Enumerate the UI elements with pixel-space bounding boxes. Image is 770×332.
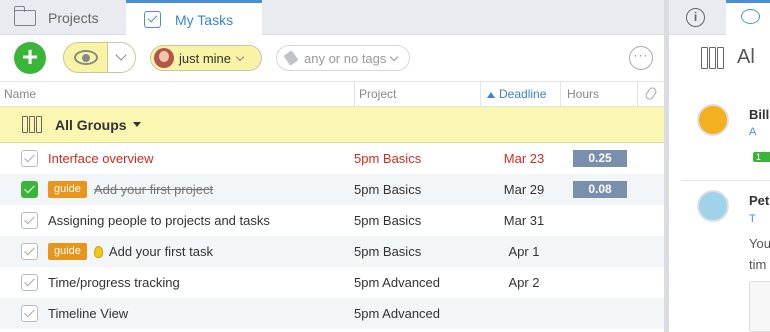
task-deadline[interactable]: Mar 29 [480, 174, 568, 205]
tags-filter-label: any or no tags [304, 50, 387, 66]
comment-text: tim [749, 257, 767, 272]
tab-my-tasks-label: My Tasks [175, 11, 234, 28]
task-deadline[interactable]: Mar 23 [480, 143, 568, 174]
caret-down-icon [132, 122, 141, 127]
paperclip-icon [643, 85, 659, 102]
status-badge: 1 [753, 152, 770, 162]
task-name[interactable]: Time/progress tracking [48, 267, 180, 298]
binders-icon [701, 46, 725, 69]
info-icon[interactable]: i [686, 8, 705, 27]
chevron-down-icon [235, 52, 245, 61]
chevron-down-icon [115, 49, 127, 61]
table-row[interactable]: guide Add your first project 5pm Basics … [0, 174, 664, 205]
task-name[interactable]: Assigning people to projects and tasks [48, 205, 270, 236]
column-header-name[interactable]: Name [4, 82, 36, 107]
checkbox-icon [144, 11, 161, 28]
main-tab-bar: Projects My Tasks [0, 0, 664, 36]
divider [681, 180, 770, 181]
tab-my-tasks[interactable]: My Tasks [126, 0, 262, 36]
task-name[interactable]: Interface overview [48, 143, 154, 174]
comment-bubble-icon [741, 9, 760, 24]
group-label: All Groups [55, 116, 127, 133]
user-filter-label: just mine [179, 50, 232, 66]
lightbulb-icon [93, 245, 103, 258]
task-name: Add your first project [93, 182, 214, 197]
column-header-deadline-label: Deadline [499, 87, 547, 101]
binders-icon [22, 116, 43, 133]
task-name-cell[interactable]: guide Add your first project [48, 174, 213, 205]
task-deadline[interactable]: Mar 31 [480, 205, 568, 236]
user-filter-button[interactable]: just mine [150, 45, 262, 71]
task-hours[interactable]: 0.08 [573, 181, 627, 198]
column-header-deadline[interactable]: Deadline [480, 82, 560, 107]
more-options-button[interactable]: ··· [629, 46, 653, 70]
table-row[interactable]: Interface overview 5pm Basics Mar 23 0.2… [0, 143, 664, 174]
task-name-cell[interactable]: guide Add your first task [48, 236, 213, 267]
task-project[interactable]: 5pm Advanced [354, 298, 440, 329]
right-panel-title-text: Al [737, 46, 755, 68]
comment-text: You [749, 236, 770, 251]
tab-projects-label: Projects [48, 9, 99, 26]
person-name: Pet [749, 193, 770, 208]
task-deadline[interactable]: Apr 1 [480, 236, 568, 267]
group-row[interactable]: All Groups [0, 107, 664, 143]
right-panel-title: Al [701, 46, 755, 69]
column-header-project[interactable]: Project [354, 82, 480, 107]
attachment-preview[interactable] [749, 281, 770, 332]
task-list: Interface overview 5pm Basics Mar 23 0.2… [0, 143, 664, 329]
avatar [154, 48, 174, 68]
tab-comments[interactable] [726, 0, 770, 36]
column-header-attachments[interactable] [637, 82, 664, 107]
column-header-hours[interactable]: Hours [560, 82, 637, 107]
task-hours[interactable]: 0.25 [573, 150, 627, 167]
avatar [697, 190, 729, 222]
task-project[interactable]: 5pm Basics [354, 205, 421, 236]
eye-icon [74, 50, 98, 65]
task-checkbox[interactable] [21, 181, 38, 198]
table-row[interactable]: Timeline View 5pm Advanced [0, 298, 664, 329]
right-panel-tabs: i [669, 0, 770, 36]
task-checkbox[interactable] [21, 243, 38, 260]
task-name: Add your first task [108, 244, 213, 259]
task-project[interactable]: 5pm Basics [354, 174, 421, 205]
table-header: Name Project Deadline Hours [0, 81, 664, 107]
tags-filter-button[interactable]: any or no tags [276, 45, 410, 71]
view-options-dropdown[interactable] [107, 43, 135, 72]
toolbar: + just mine any or no tags ··· [0, 36, 664, 81]
task-checkbox[interactable] [21, 150, 38, 167]
add-task-button[interactable]: + [14, 42, 46, 74]
task-deadline[interactable]: Apr 2 [480, 267, 568, 298]
task-name[interactable]: Timeline View [48, 298, 128, 329]
sort-asc-icon [487, 92, 495, 98]
table-row[interactable]: Assigning people to projects and tasks 5… [0, 205, 664, 236]
person-sub: T [749, 213, 756, 225]
folder-icon [13, 5, 36, 26]
right-panel: i Al Bill A 1 Pet T You tim [669, 0, 770, 332]
view-toggle-button[interactable] [63, 42, 136, 73]
task-project[interactable]: 5pm Advanced [354, 267, 440, 298]
tag-icon [283, 50, 299, 66]
person-sub: A [749, 126, 757, 138]
person-name: Bill [749, 107, 770, 122]
task-checkbox[interactable] [21, 305, 38, 322]
chevron-down-icon [390, 52, 399, 61]
table-row[interactable]: Time/progress tracking 5pm Advanced Apr … [0, 267, 664, 298]
tab-projects[interactable]: Projects [13, 0, 99, 35]
task-checkbox[interactable] [21, 212, 38, 229]
table-row[interactable]: guide Add your first task 5pm Basics Apr… [0, 236, 664, 267]
task-project[interactable]: 5pm Basics [354, 236, 421, 267]
guide-tag: guide [48, 243, 87, 260]
task-project[interactable]: 5pm Basics [354, 143, 421, 174]
task-checkbox[interactable] [21, 274, 38, 291]
avatar [697, 104, 729, 136]
guide-tag: guide [48, 181, 87, 198]
